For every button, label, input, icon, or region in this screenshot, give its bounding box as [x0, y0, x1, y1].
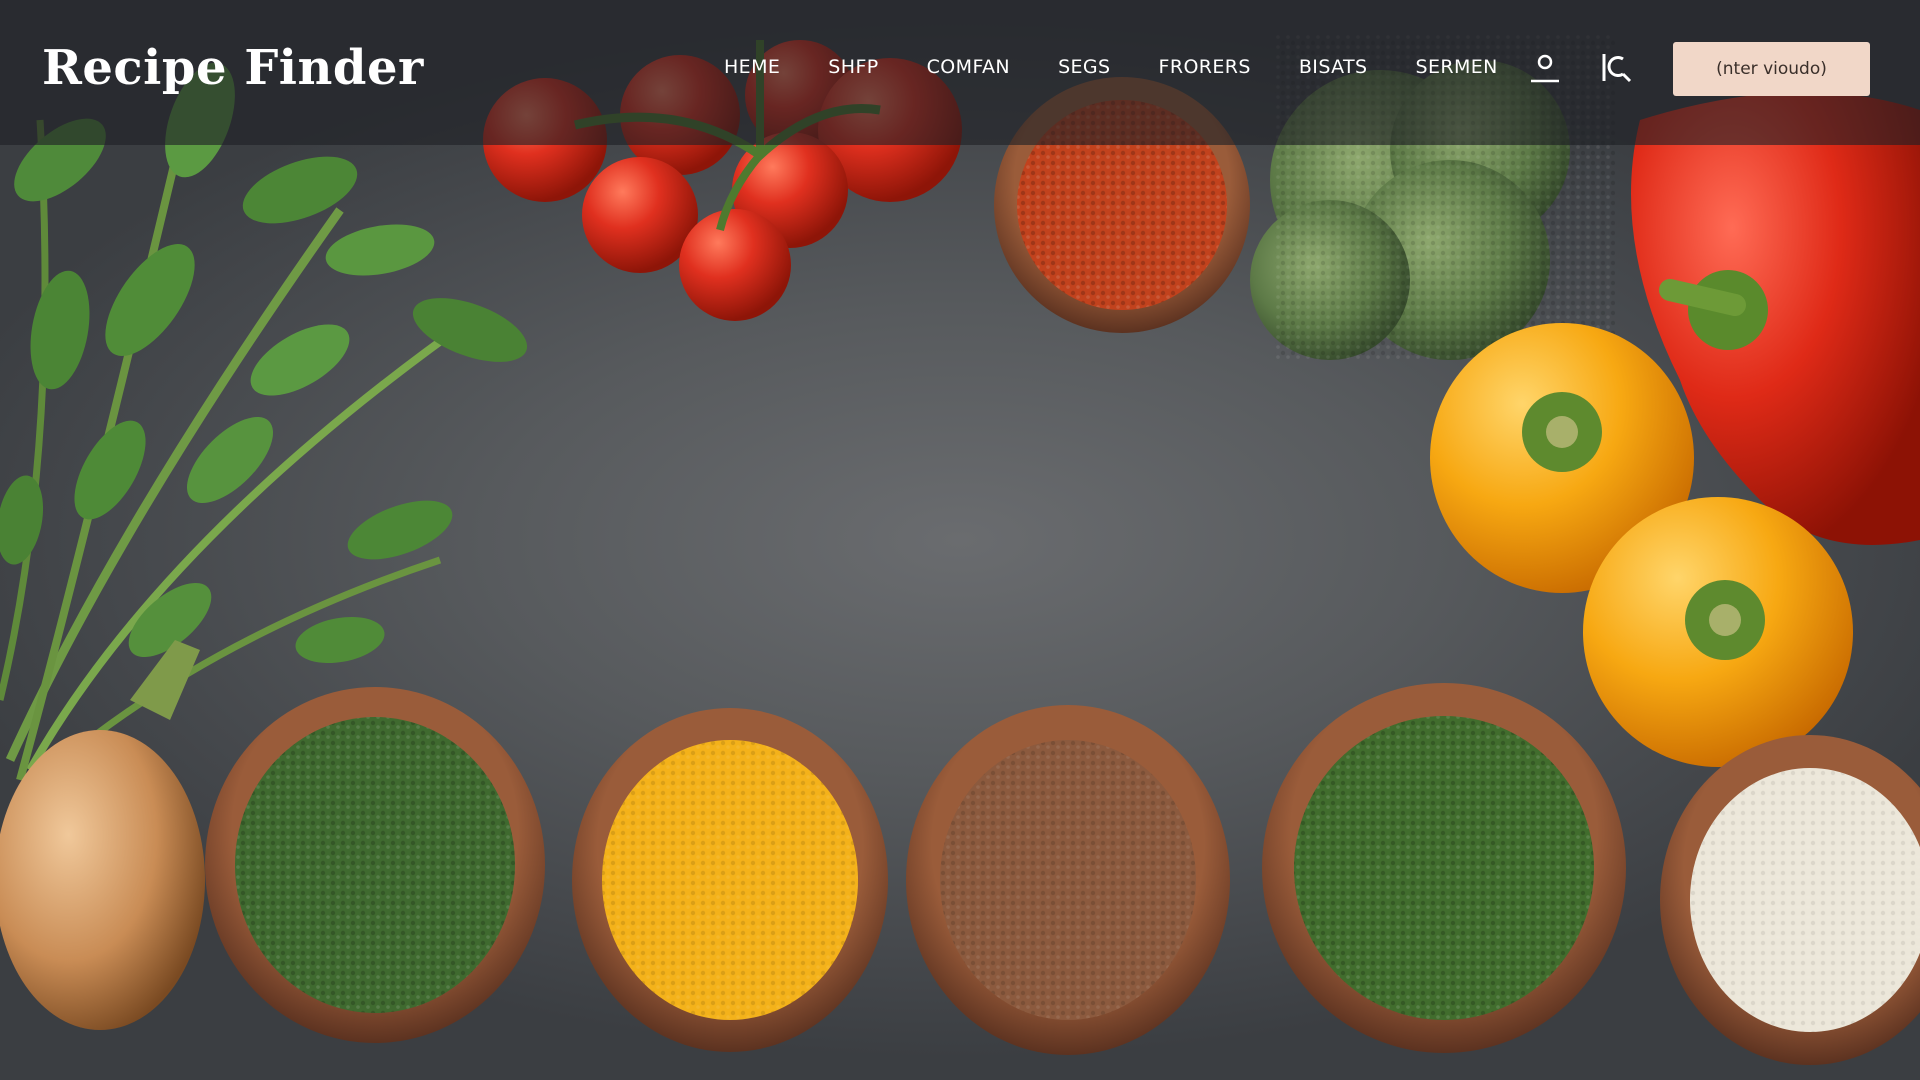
search-icon[interactable] — [1599, 50, 1635, 86]
onion — [0, 640, 205, 1030]
top-navigation-bar: Recipe Finder HEME SHFP COMFAN SEGS FROR… — [0, 0, 1920, 145]
nav-item-shfp[interactable]: SHFP — [828, 56, 878, 78]
turmeric-bowl — [572, 708, 888, 1052]
ingredients-illustration — [0, 35, 1920, 1065]
nav-item-heme[interactable]: HEME — [724, 56, 780, 78]
cta-button[interactable]: (nter vioudo) — [1673, 42, 1870, 96]
user-icon[interactable] — [1527, 50, 1563, 86]
nav-item-segs[interactable]: SEGS — [1058, 56, 1110, 78]
nav-item-comfan[interactable]: COMFAN — [927, 56, 1010, 78]
nav-item-sermen[interactable]: SERMEN — [1416, 56, 1498, 78]
herb-bunch — [0, 62, 528, 783]
nav-item-frorers[interactable]: FRORERS — [1159, 56, 1251, 78]
cinnamon-bowl — [906, 705, 1230, 1055]
yellow-bell-pepper — [1583, 497, 1853, 767]
herb-powder-bowl — [205, 687, 545, 1043]
hero-background — [0, 0, 1920, 1080]
app-logo-title[interactable]: Recipe Finder — [42, 40, 424, 96]
dried-herbs-bowl — [1262, 683, 1626, 1053]
nav-item-bisats[interactable]: BISATS — [1299, 56, 1368, 78]
flour-bowl — [1660, 735, 1920, 1065]
main-nav: HEME SHFP COMFAN SEGS FRORERS BISATS SER… — [724, 56, 1546, 78]
